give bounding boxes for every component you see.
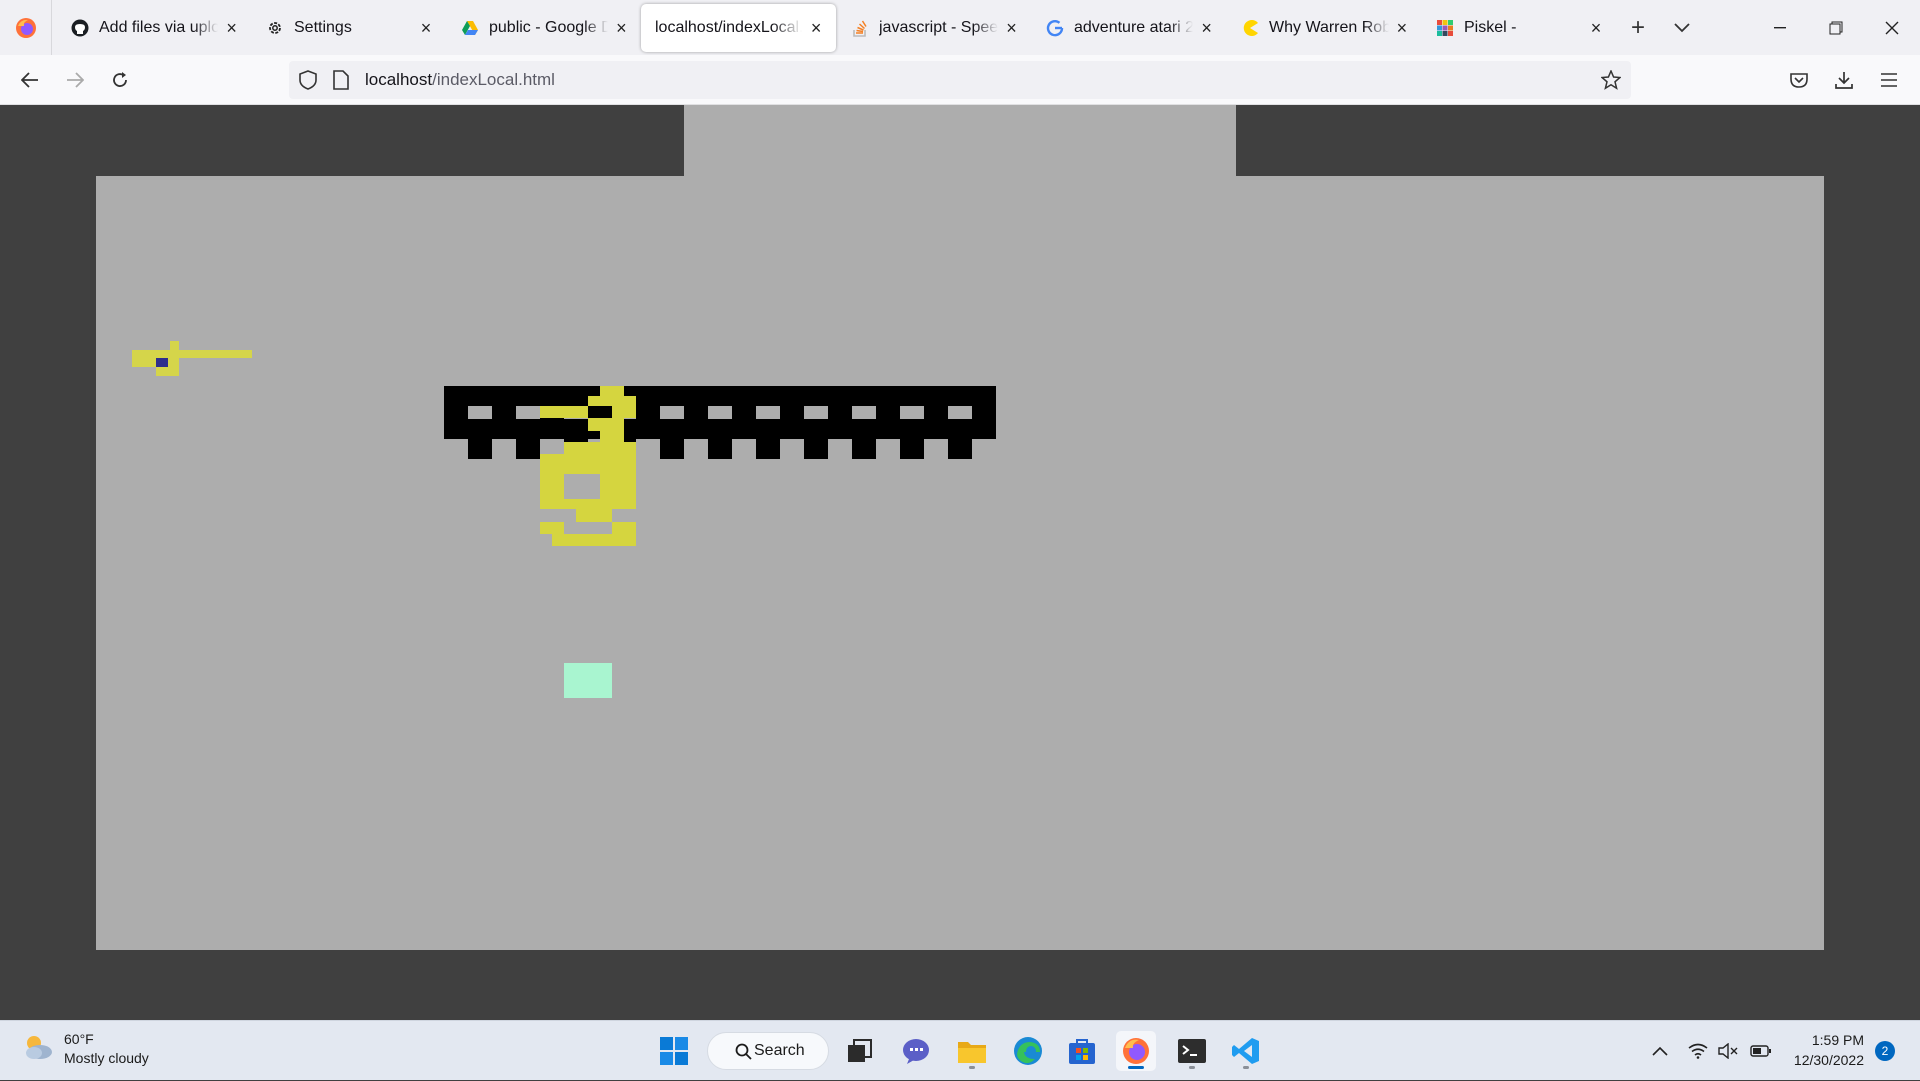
- restore-button[interactable]: [1808, 0, 1864, 55]
- reload-icon[interactable]: [104, 64, 136, 96]
- pacman-icon: [1240, 18, 1260, 38]
- url-text[interactable]: localhost/indexLocal.html: [365, 70, 555, 90]
- tab-close-icon[interactable]: ×: [1004, 19, 1019, 37]
- tab-title: Why Warren Robin: [1269, 19, 1389, 36]
- browser-tab[interactable]: Piskel - ×: [1421, 4, 1616, 52]
- tab-close-icon[interactable]: ×: [614, 19, 629, 37]
- room-floor: [96, 176, 1824, 950]
- teams-chat-icon[interactable]: [896, 1031, 936, 1071]
- browser-tab[interactable]: Add files via uploa ×: [56, 4, 251, 52]
- minimize-button[interactable]: [1752, 0, 1808, 55]
- clock-date: 12/30/2022: [1793, 1052, 1864, 1068]
- github-icon: [70, 18, 90, 38]
- gear-icon: [265, 18, 285, 38]
- browser-tab[interactable]: javascript - Speed ×: [836, 4, 1031, 52]
- tab-title: javascript - Speed: [879, 19, 999, 36]
- microsoft-store-icon[interactable]: [1062, 1031, 1102, 1071]
- weather-temp: 60°F: [64, 1031, 94, 1047]
- tab-close-icon[interactable]: ×: [224, 19, 239, 37]
- browser-tab[interactable]: adventure atari 26 ×: [1031, 4, 1226, 52]
- edge-browser-icon[interactable]: [1008, 1031, 1048, 1071]
- firefox-view-icon[interactable]: [0, 0, 52, 55]
- battery-icon[interactable]: [1750, 1021, 1772, 1081]
- tab-close-icon[interactable]: ×: [808, 19, 824, 37]
- castle-gate-wall: [444, 386, 996, 459]
- google-icon: [1045, 18, 1065, 38]
- taskbar-clock[interactable]: 1:59 PM 12/30/2022: [1786, 1030, 1864, 1070]
- new-tab-button[interactable]: +: [1616, 4, 1660, 52]
- forward-arrow-icon[interactable]: [59, 64, 91, 96]
- search-icon: [735, 1043, 752, 1065]
- url-path: /indexLocal.html: [432, 70, 555, 89]
- url-host: localhost: [365, 70, 433, 89]
- search-label: Search: [754, 1042, 805, 1059]
- browser-tab[interactable]: Settings ×: [251, 4, 446, 52]
- windows-taskbar: 60°F Mostly cloudy Search 1:59 PM 12/30/…: [0, 1020, 1920, 1080]
- notification-badge[interactable]: 2: [1875, 1041, 1895, 1061]
- running-indicator: [1189, 1066, 1195, 1069]
- tab-close-icon[interactable]: ×: [1588, 19, 1604, 37]
- room-top-opening: [684, 105, 1236, 177]
- running-indicator: [969, 1066, 975, 1069]
- bookmark-star-icon[interactable]: [1600, 69, 1622, 95]
- running-indicator: [1243, 1066, 1249, 1069]
- tab-title: Piskel -: [1464, 19, 1517, 36]
- page-icon[interactable]: [333, 70, 349, 95]
- navigation-toolbar: localhost/indexLocal.html: [0, 55, 1920, 105]
- taskbar-search-button[interactable]: Search: [707, 1032, 829, 1070]
- terminal-icon[interactable]: [1172, 1031, 1212, 1071]
- tab-strip: Add files via uploa × Settings × public - Go…: [0, 0, 1920, 55]
- page-content: [0, 105, 1920, 1020]
- weather-widget[interactable]: 60°F Mostly cloudy: [22, 1030, 149, 1068]
- downloads-icon[interactable]: [1828, 64, 1860, 96]
- tab-close-icon[interactable]: ×: [1199, 19, 1214, 37]
- tab-close-icon[interactable]: ×: [418, 19, 434, 37]
- url-bar[interactable]: localhost/indexLocal.html: [289, 61, 1631, 99]
- player-square[interactable]: [564, 663, 612, 698]
- pocket-icon[interactable]: [1783, 64, 1815, 96]
- tab-title: localhost/indexLocal.: [655, 19, 803, 36]
- browser-tab[interactable]: public - Google D ×: [446, 4, 641, 52]
- sword-hilt: [156, 358, 168, 367]
- piskel-icon: [1435, 18, 1455, 38]
- tab-title: Add files via uploa: [99, 19, 219, 36]
- clock-time: 1:59 PM: [1811, 1032, 1864, 1048]
- wifi-icon[interactable]: [1688, 1021, 1708, 1081]
- browser-tab[interactable]: Why Warren Robin ×: [1226, 4, 1421, 52]
- game-canvas[interactable]: [0, 105, 1920, 1020]
- room: [96, 105, 1824, 950]
- stackoverflow-icon: [850, 18, 870, 38]
- shield-icon[interactable]: [299, 70, 317, 95]
- close-window-button[interactable]: [1864, 0, 1920, 55]
- google-drive-icon: [460, 18, 480, 38]
- browser-tab[interactable]: localhost/indexLocal. ×: [641, 4, 836, 52]
- task-view-icon[interactable]: [840, 1031, 880, 1071]
- tab-title: public - Google D: [489, 19, 608, 36]
- cloudy-weather-icon: [22, 1032, 54, 1067]
- file-explorer-icon[interactable]: [952, 1031, 992, 1071]
- list-all-tabs-button[interactable]: [1660, 4, 1704, 52]
- show-hidden-icons-chevron-icon[interactable]: [1652, 1021, 1668, 1081]
- speaker-muted-icon[interactable]: [1718, 1021, 1738, 1081]
- firefox-taskbar-icon[interactable]: [1116, 1031, 1156, 1071]
- dragon[interactable]: [540, 386, 636, 546]
- weather-condition: Mostly cloudy: [64, 1050, 149, 1066]
- tab-title: adventure atari 26: [1074, 19, 1194, 36]
- app-menu-icon[interactable]: [1873, 64, 1905, 96]
- vscode-icon[interactable]: [1226, 1031, 1266, 1071]
- tab-close-icon[interactable]: ×: [1395, 19, 1409, 37]
- windows-start-icon[interactable]: [654, 1031, 694, 1071]
- back-arrow-icon[interactable]: [14, 64, 46, 96]
- active-indicator: [1128, 1066, 1144, 1069]
- tab-title: Settings: [294, 19, 352, 36]
